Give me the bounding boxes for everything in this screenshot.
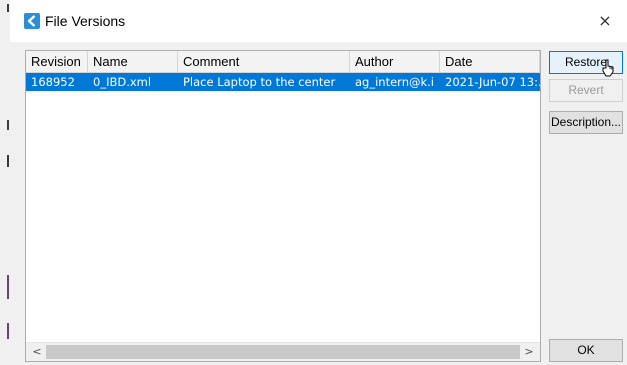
ok-button[interactable]: OK bbox=[549, 339, 623, 362]
revert-button[interactable]: Revert bbox=[549, 79, 623, 102]
cell-revision: 168952 bbox=[31, 75, 75, 89]
column-header-name[interactable]: Name bbox=[88, 51, 178, 72]
title-bar: File Versions × bbox=[10, 0, 627, 42]
cell-date: 2021-Jun-07 13:.. bbox=[445, 75, 540, 89]
description-button[interactable]: Description... bbox=[549, 111, 623, 134]
table-header: Revision Name Comment Author Date bbox=[26, 51, 540, 73]
app-logo-icon bbox=[24, 13, 40, 29]
cell-name: 0_IBD.xml bbox=[93, 75, 152, 89]
column-header-date[interactable]: Date bbox=[440, 51, 540, 72]
close-icon[interactable]: × bbox=[593, 10, 617, 32]
scroll-right-icon[interactable]: > bbox=[520, 343, 538, 361]
cell-author: ag_intern@k.i bbox=[355, 75, 434, 89]
window-title: File Versions bbox=[45, 13, 126, 29]
background-window-edge bbox=[0, 0, 10, 365]
background-mark bbox=[7, 120, 9, 130]
column-header-comment[interactable]: Comment bbox=[178, 51, 350, 72]
background-mark bbox=[7, 323, 9, 339]
scroll-left-icon[interactable]: < bbox=[28, 343, 46, 361]
column-header-revision[interactable]: Revision bbox=[26, 51, 88, 72]
mouse-pointer-icon bbox=[602, 59, 614, 77]
table-row[interactable]: 168952 0_IBD.xml Place Laptop to the cen… bbox=[26, 73, 540, 91]
scrollbar-thumb[interactable] bbox=[46, 345, 520, 359]
background-mark bbox=[7, 4, 9, 12]
versions-table: Revision Name Comment Author Date 168952… bbox=[25, 50, 541, 362]
background-mark bbox=[7, 275, 9, 299]
cell-comment: Place Laptop to the center bbox=[183, 75, 336, 89]
file-versions-dialog: File Versions × Revision Name Comment Au… bbox=[10, 0, 627, 365]
column-header-author[interactable]: Author bbox=[350, 51, 440, 72]
background-mark bbox=[7, 155, 9, 167]
horizontal-scrollbar[interactable]: < > bbox=[26, 342, 540, 361]
